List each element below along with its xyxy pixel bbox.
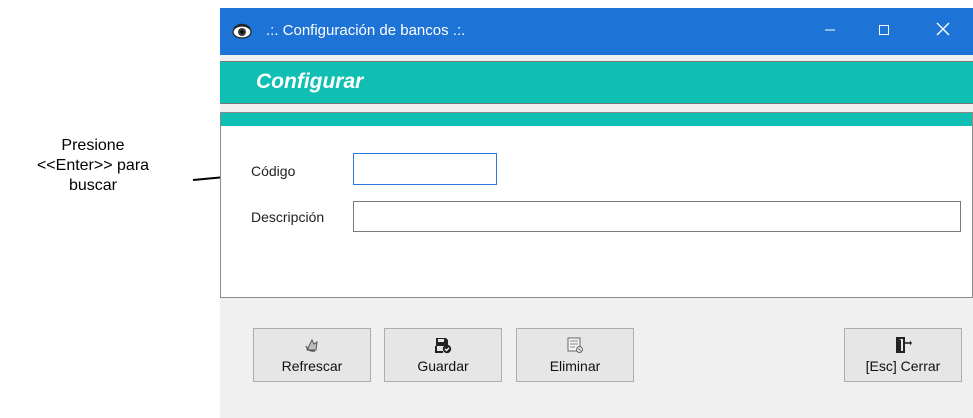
callout-line-3: buscar [68,177,118,194]
title-bar[interactable]: .:. Configuración de bancos .:. [220,8,973,55]
refresh-label: Refrescar [281,358,343,374]
maximize-button[interactable] [861,8,907,55]
refresh-icon [305,338,318,352]
refresh-button[interactable]: Refrescar [253,328,371,382]
descripcion-input[interactable] [353,201,961,232]
close-window-button[interactable] [920,8,966,55]
callout-line-2: <<Enter>> para [36,157,150,174]
delete-label: Eliminar [549,358,601,374]
codigo-label: Código [251,163,296,179]
enter-hint-callout: Presione <<Enter>> para buscar [0,136,186,196]
minimize-button[interactable] [807,8,853,55]
save-icon [435,338,452,354]
section-header: Configurar [220,61,973,104]
delete-icon [567,337,583,353]
save-button[interactable]: Guardar [384,328,502,382]
bank-config-window: .:. Configuración de bancos .:. Configur… [220,8,973,418]
eye-icon [232,23,252,39]
form-panel: Código Descripción [220,112,973,298]
codigo-input[interactable] [353,153,497,185]
window-title: .:. Configuración de bancos .:. [266,22,466,39]
delete-button[interactable]: Eliminar [516,328,634,382]
descripcion-label: Descripción [251,209,325,225]
minimize-icon [824,23,836,41]
maximize-icon [878,23,890,41]
save-label: Guardar [417,358,469,374]
section-title: Configurar [256,70,364,93]
close-button[interactable]: [Esc] Cerrar [844,328,962,382]
exit-icon [896,337,912,353]
close-label: [Esc] Cerrar [865,358,941,374]
close-icon [936,22,950,41]
callout-line-1: Presione [61,137,125,154]
panel-accent-strip [221,113,972,126]
